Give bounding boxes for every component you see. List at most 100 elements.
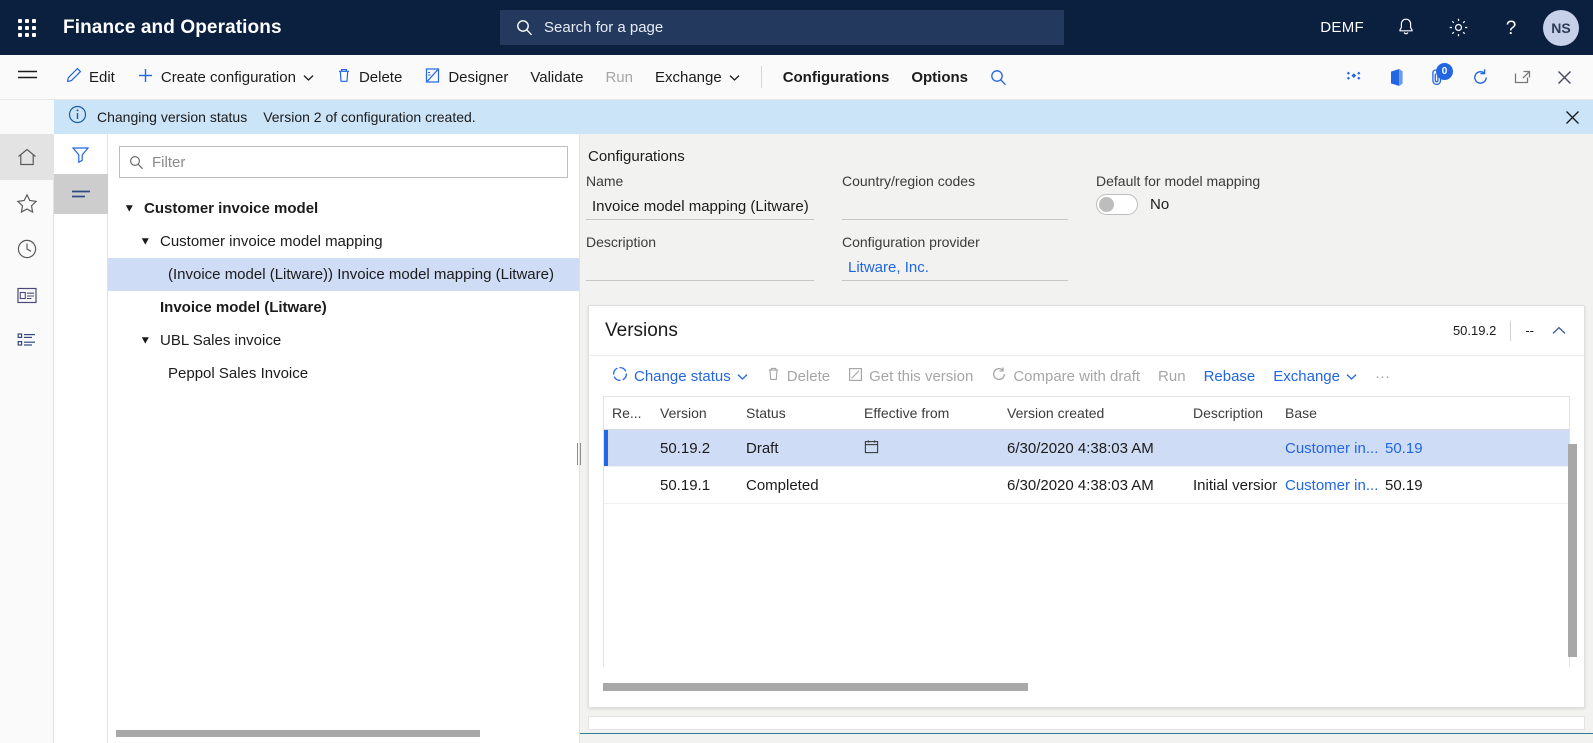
default-for-model-mapping-toggle[interactable] <box>1096 194 1138 215</box>
versions-exchange-button[interactable]: Exchange <box>1264 357 1366 395</box>
avatar[interactable]: NS <box>1543 10 1579 46</box>
country-region-codes-input[interactable] <box>842 194 1068 220</box>
popout-icon[interactable] <box>1501 55 1543 100</box>
tree-horizontal-scrollbar[interactable] <box>116 730 571 737</box>
message-close-icon[interactable] <box>1564 100 1581 134</box>
filter-icon[interactable] <box>54 134 108 174</box>
expander-expanded-icon[interactable] <box>122 204 136 213</box>
cell-description[interactable]: Initial version <box>1185 477 1277 494</box>
tree-node-ubl-sales-invoice[interactable]: UBL Sales invoice <box>108 324 579 357</box>
tree-node-invoice-model-litware[interactable]: Invoice model (Litware) <box>108 291 579 324</box>
question-mark-icon[interactable]: ? <box>1485 0 1537 55</box>
tree-node-customer-invoice-model[interactable]: Customer invoice model <box>108 192 579 225</box>
column-header-base[interactable]: Base <box>1277 405 1377 421</box>
cell-base-version[interactable]: 50.19 <box>1377 477 1447 494</box>
compare-icon <box>991 366 1007 386</box>
attachment-icon[interactable]: 0 <box>1417 55 1459 100</box>
versions-exchange-label: Exchange <box>1273 368 1340 385</box>
country-field-group: Country/region codes <box>842 173 1096 220</box>
expander-expanded-icon[interactable] <box>138 237 152 246</box>
versions-vertical-scrollbar-thumb[interactable] <box>1568 444 1577 657</box>
lines-list-icon[interactable] <box>54 174 108 214</box>
exchange-button[interactable]: Exchange <box>644 55 751 100</box>
column-header-status[interactable]: Status <box>738 405 856 421</box>
workspaces-icon[interactable] <box>0 272 54 318</box>
page-body: Filter Customer invoice model Customer i… <box>0 134 1593 743</box>
global-search-input[interactable]: Search for a page <box>500 10 1064 45</box>
configuration-details-pane: Configurations Name Invoice model mappin… <box>580 134 1593 743</box>
versions-card: Versions 50.19.2 -- <box>588 305 1585 708</box>
tree-node-label: UBL Sales invoice <box>160 332 281 349</box>
page-search-icon[interactable] <box>979 55 1018 100</box>
share-icon[interactable] <box>1333 55 1375 100</box>
tree-node-customer-invoice-model-mapping[interactable]: Customer invoice model mapping <box>108 225 579 258</box>
cell-version[interactable]: 50.19.1 <box>652 477 738 494</box>
designer-button[interactable]: Designer <box>413 55 519 100</box>
filter-placeholder: Filter <box>152 154 185 171</box>
rebase-button[interactable]: Rebase <box>1195 357 1265 395</box>
cell-effective-from[interactable] <box>856 439 999 458</box>
cell-status[interactable]: Completed <box>738 477 856 494</box>
app-launcher-icon[interactable] <box>0 0 54 55</box>
edit-button[interactable]: Edit <box>54 55 126 100</box>
configurations-section-title: Configurations <box>580 134 1593 171</box>
cell-base[interactable]: Customer in... <box>1277 477 1377 494</box>
collapsed-section-strip[interactable] <box>588 716 1585 730</box>
cell-status[interactable]: Draft <box>738 440 856 457</box>
favorites-star-icon[interactable] <box>0 180 54 226</box>
table-row[interactable]: 50.19.2 Draft 6/30/2020 4:38:03 AM Custo… <box>604 430 1569 467</box>
tree-node-invoice-model-mapping-litware[interactable]: (Invoice model (Litware)) Invoice model … <box>108 258 579 291</box>
versions-header-summary: 50.19.2 -- <box>1453 321 1570 341</box>
create-configuration-button[interactable]: Create configuration <box>126 55 325 100</box>
cell-version[interactable]: 50.19.2 <box>652 440 738 457</box>
cell-version-created[interactable]: 6/30/2020 4:38:03 AM <box>999 440 1185 457</box>
calendar-icon[interactable] <box>864 439 879 458</box>
filter-input[interactable]: Filter <box>119 146 568 178</box>
get-this-version-label: Get this version <box>869 368 973 385</box>
column-header-version-created[interactable]: Version created <box>999 405 1185 421</box>
table-row[interactable]: 50.19.1 Completed 6/30/2020 4:38:03 AM I… <box>604 467 1569 504</box>
tree-node-peppol-sales-invoice[interactable]: Peppol Sales Invoice <box>108 357 579 390</box>
panel-splitter-handle[interactable] <box>572 439 586 469</box>
tree-scrollbar-thumb[interactable] <box>116 730 480 737</box>
validate-button[interactable]: Validate <box>519 55 594 100</box>
office-app-icon[interactable] <box>1375 55 1417 100</box>
status-spinner-icon <box>612 366 628 386</box>
gear-icon[interactable] <box>1432 0 1485 55</box>
close-icon[interactable] <box>1543 55 1585 100</box>
versions-overflow-button[interactable]: ··· <box>1366 357 1399 395</box>
cell-version-created[interactable]: 6/30/2020 4:38:03 AM <box>999 477 1185 494</box>
column-header-re[interactable]: Re... <box>604 405 652 421</box>
hamburger-icon[interactable] <box>0 55 54 99</box>
chevron-down-icon <box>303 69 314 86</box>
recent-clock-icon[interactable] <box>0 226 54 272</box>
configuration-provider-link[interactable]: Litware, Inc. <box>842 255 1068 281</box>
expander-expanded-icon[interactable] <box>138 336 152 345</box>
cell-base-version[interactable]: 50.19 <box>1377 440 1447 457</box>
change-status-button[interactable]: Change status <box>603 357 757 395</box>
description-input[interactable] <box>586 255 814 281</box>
delete-button[interactable]: Delete <box>325 55 413 100</box>
chevron-up-icon[interactable] <box>1548 322 1570 339</box>
message-bar-row: Changing version status Version 2 of con… <box>0 100 1593 134</box>
message-text: Version 2 of configuration created. <box>263 109 475 125</box>
command-bar: Edit Create configuration Delete <box>0 55 1593 100</box>
name-input[interactable]: Invoice model mapping (Litware) <box>586 194 814 220</box>
company-selector[interactable]: DEMF <box>1304 0 1380 55</box>
modules-list-icon[interactable] <box>0 318 54 364</box>
bell-icon[interactable] <box>1380 0 1432 55</box>
versions-vertical-scrollbar[interactable] <box>1568 444 1577 657</box>
column-header-description[interactable]: Description <box>1185 405 1277 421</box>
versions-grid-horizontal-scrollbar[interactable] <box>589 667 1584 707</box>
validate-button-label: Validate <box>530 69 583 86</box>
cell-base[interactable]: Customer in... <box>1277 440 1377 457</box>
column-header-version[interactable]: Version <box>652 405 738 421</box>
column-header-effective-from[interactable]: Effective from <box>856 405 999 421</box>
versions-card-header[interactable]: Versions 50.19.2 -- <box>589 306 1584 356</box>
versions-overflow-label: ··· <box>1375 368 1390 385</box>
refresh-icon[interactable] <box>1459 55 1501 100</box>
options-tab[interactable]: Options <box>900 55 979 100</box>
home-icon[interactable] <box>0 134 54 180</box>
configurations-tab[interactable]: Configurations <box>772 55 901 100</box>
versions-scrollbar-thumb[interactable] <box>603 683 1028 691</box>
